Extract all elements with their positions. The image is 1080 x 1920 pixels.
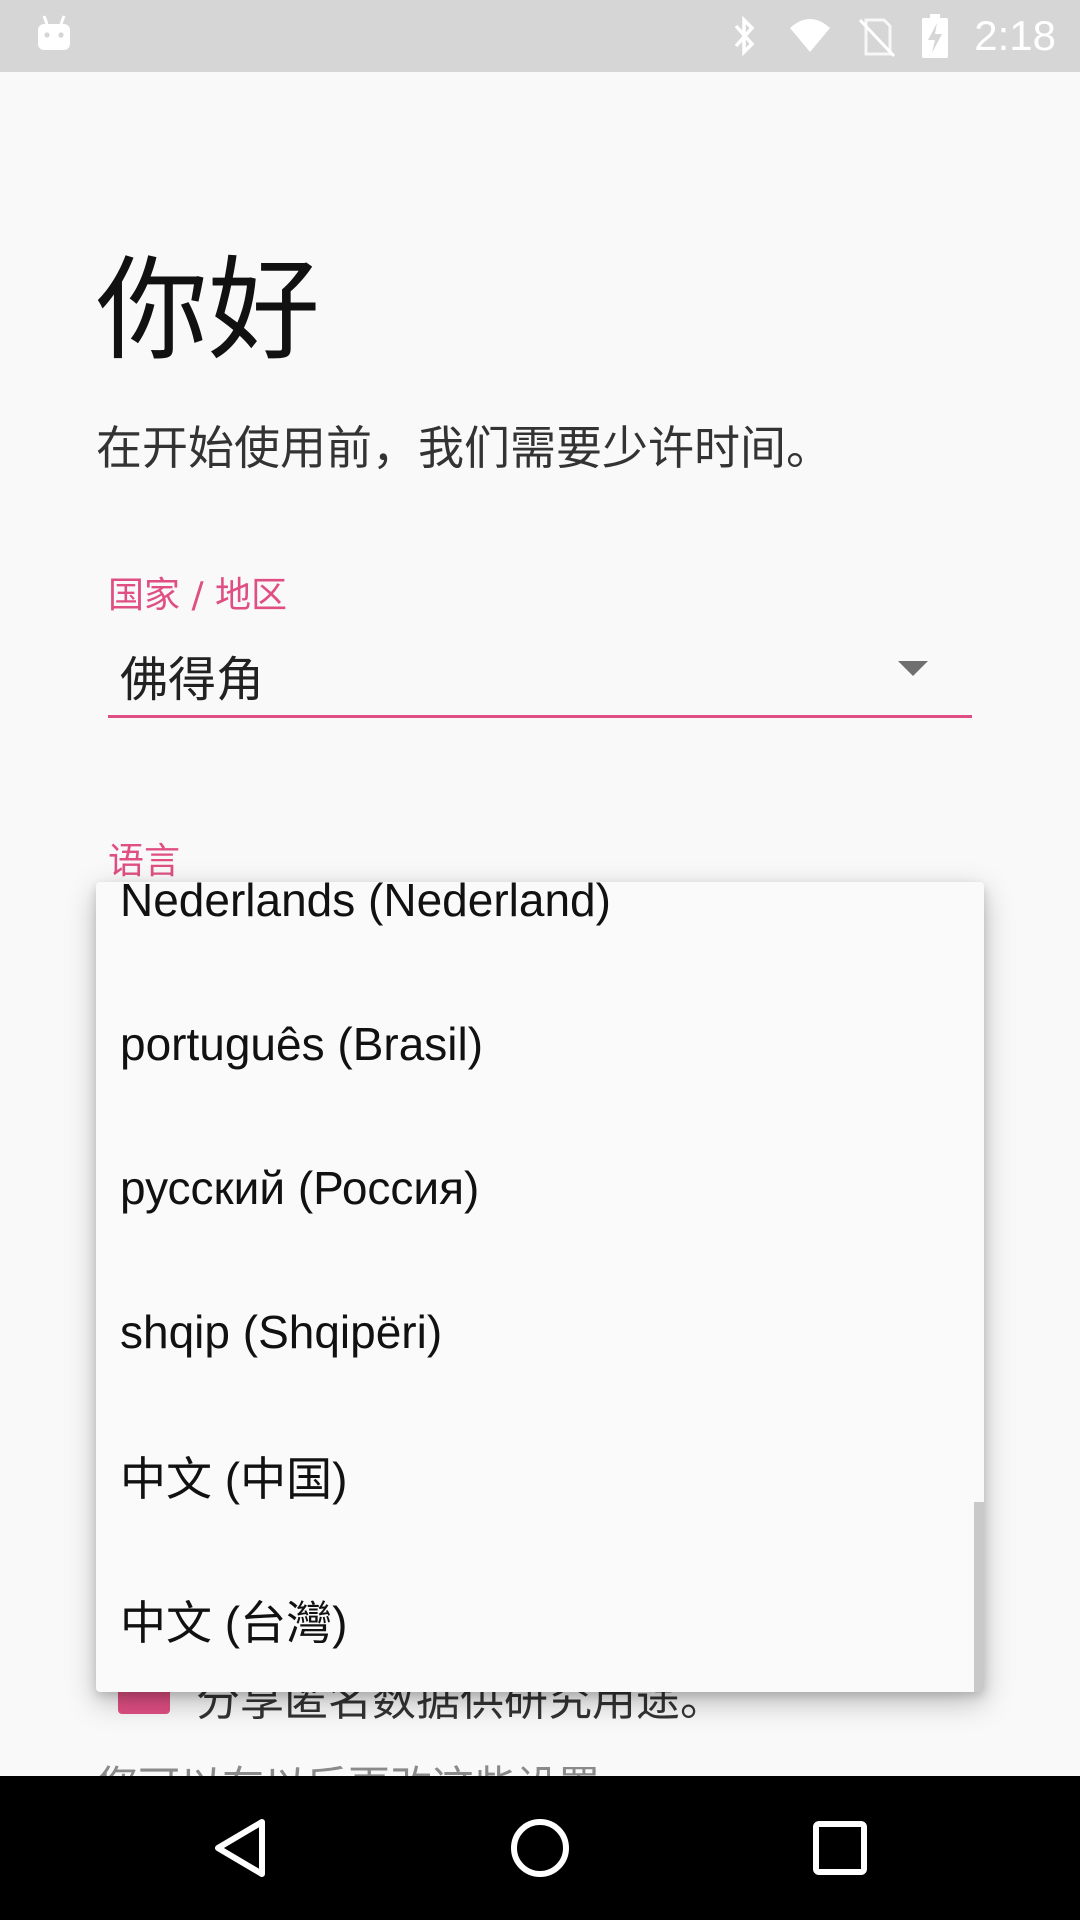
page-subtitle: 在开始使用前，我们需要少许时间。: [96, 421, 832, 475]
no-sim-icon: [859, 18, 896, 58]
page-title: 你好: [96, 246, 320, 376]
android-icon: [38, 15, 70, 50]
dropdown-scrollbar[interactable]: [974, 1502, 984, 1692]
language-list: Nederlands (Nederland) português (Brasil…: [96, 882, 984, 1692]
language-label: 语言: [108, 841, 181, 882]
bluetooth-icon: [734, 15, 755, 57]
navigation-bar: [0, 1776, 1080, 1920]
status-time: 2:18: [974, 12, 1056, 59]
language-dropdown[interactable]: Nederlands (Nederland) português (Brasil…: [96, 882, 984, 1692]
language-option[interactable]: 中文 (台灣): [96, 1548, 984, 1692]
back-icon[interactable]: [200, 1808, 280, 1888]
language-option[interactable]: 中文 (中国): [96, 1404, 984, 1548]
language-option[interactable]: shqip (Shqipëri): [96, 1260, 984, 1404]
recents-icon[interactable]: [800, 1808, 880, 1888]
wifi-icon: [790, 19, 831, 52]
home-icon[interactable]: [500, 1808, 580, 1888]
country-select[interactable]: 佛得角: [108, 630, 972, 718]
country-label: 国家 / 地区: [108, 575, 288, 616]
status-bar: 2:18: [0, 0, 1080, 72]
dropdown-arrow-icon: [898, 661, 928, 676]
country-value: 佛得角: [120, 652, 265, 708]
language-option[interactable]: português (Brasil): [96, 972, 984, 1116]
language-option[interactable]: Nederlands (Nederland): [96, 882, 984, 972]
language-option[interactable]: русский (Россия): [96, 1116, 984, 1260]
battery-charging-icon: [922, 14, 949, 58]
